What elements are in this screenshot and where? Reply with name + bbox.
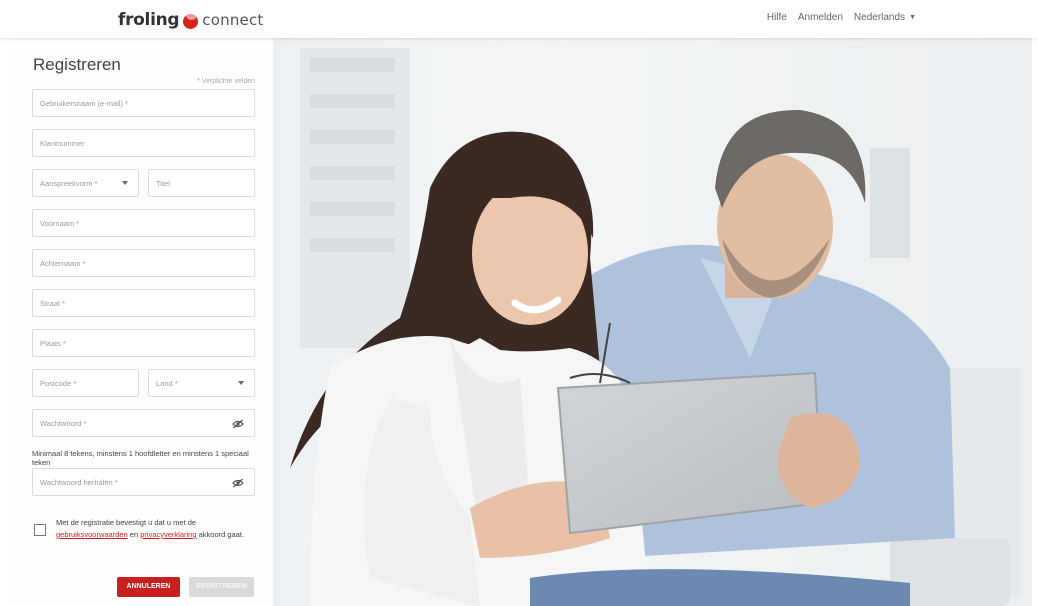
froling-logo-dot-icon xyxy=(183,13,199,29)
page-title: Registreren xyxy=(33,55,121,74)
registration-panel: Registreren * Verplichte velden Gebruike… xyxy=(10,38,273,606)
salutation-select[interactable]: Aanspreekvorm * xyxy=(32,169,139,197)
street-field[interactable]: Straat * xyxy=(32,289,255,317)
title-field[interactable]: Titel xyxy=(148,169,255,197)
language-selector[interactable]: Nederlands ▼ xyxy=(854,12,916,23)
city-placeholder: Plaats * xyxy=(40,339,66,348)
title-placeholder: Titel xyxy=(156,179,170,188)
first-name-field[interactable]: Voornaam * xyxy=(32,209,255,237)
eye-off-icon[interactable] xyxy=(232,419,244,429)
terms-of-use-link[interactable]: gebruiksvoorwaarden xyxy=(56,530,128,539)
chevron-down-icon xyxy=(238,381,244,385)
country-placeholder: Land * xyxy=(156,379,178,388)
username-placeholder: Gebruikersnaam (e-mail) * xyxy=(40,99,128,108)
street-placeholder: Straat * xyxy=(40,299,66,308)
username-email-field[interactable]: Gebruikersnaam (e-mail) * xyxy=(32,89,255,117)
nav-login-link[interactable]: Anmelden xyxy=(798,12,843,23)
required-fields-note: * Verplichte velden xyxy=(197,78,255,85)
postcode-field[interactable]: Postcode * xyxy=(32,369,139,397)
chevron-down-icon: ▼ xyxy=(909,14,916,21)
city-field[interactable]: Plaats * xyxy=(32,329,255,357)
register-button[interactable]: REGISTREREN xyxy=(189,577,254,597)
first-name-placeholder: Voornaam * xyxy=(40,219,80,228)
language-label: Nederlands xyxy=(853,12,906,23)
cancel-button[interactable]: ANNULEREN xyxy=(117,577,180,597)
top-nav: Hilfe Anmelden Nederlands ▼ xyxy=(767,12,916,23)
privacy-policy-link[interactable]: privacyverklaring xyxy=(140,530,196,539)
nav-help-link[interactable]: Hilfe xyxy=(767,12,787,23)
logo-connect: connect xyxy=(202,11,264,29)
terms-text-part2: en xyxy=(127,530,141,539)
password-field[interactable]: Wachtwoord * xyxy=(32,409,255,437)
postcode-placeholder: Postcode * xyxy=(40,379,77,388)
password-repeat-placeholder: Wachtwoord herhalen * xyxy=(40,478,118,487)
froling-connect-logo[interactable]: froling connect xyxy=(118,9,264,31)
eye-off-icon[interactable] xyxy=(232,478,244,488)
terms-text-part1: Met de registratie bevestigt u dat u met… xyxy=(56,518,197,527)
terms-text-part3: akkoord gaat. xyxy=(196,530,245,539)
password-hint: Minimaal 8 tekens, minstens 1 hoofdlette… xyxy=(32,449,249,467)
terms-text: Met de registratie bevestigt u dat u met… xyxy=(56,517,261,541)
top-header: froling connect Hilfe Anmelden Nederland… xyxy=(0,0,1038,38)
logo-word: froling xyxy=(118,10,180,30)
country-select[interactable]: Land * xyxy=(148,369,255,397)
salutation-placeholder: Aanspreekvorm * xyxy=(40,179,98,188)
terms-checkbox[interactable] xyxy=(34,524,46,536)
customer-number-placeholder: Klantnummer xyxy=(40,139,85,148)
chevron-down-icon xyxy=(122,181,128,185)
last-name-field[interactable]: Achternaam * xyxy=(32,249,255,277)
last-name-placeholder: Achternaam * xyxy=(40,259,86,268)
password-repeat-field[interactable]: Wachtwoord herhalen * xyxy=(32,468,255,496)
customer-number-field[interactable]: Klantnummer xyxy=(32,129,255,157)
password-placeholder: Wachtwoord * xyxy=(40,419,87,428)
